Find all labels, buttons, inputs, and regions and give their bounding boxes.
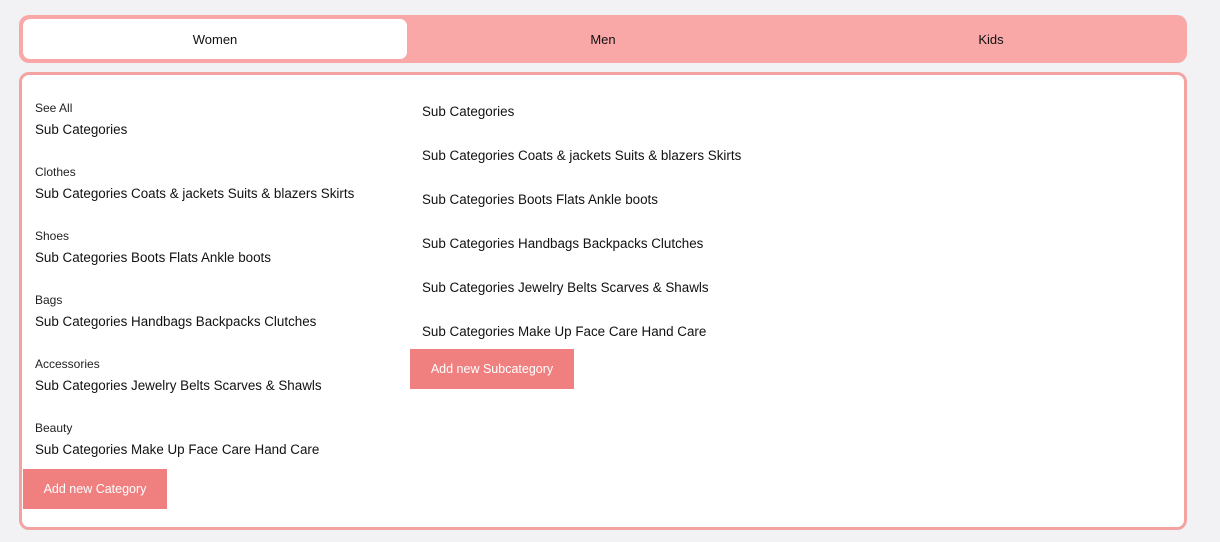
subcategory-item[interactable]: Sub Categories Handbags Backpacks Clutch…: [422, 235, 1122, 279]
category-subcategories: Sub Categories Coats & jackets Suits & b…: [35, 186, 355, 201]
add-subcategory-button[interactable]: Add new Subcategory: [410, 349, 574, 389]
subcategory-item[interactable]: Sub Categories: [422, 103, 1122, 147]
category-name: Bags: [35, 293, 63, 307]
category-subcategories: Sub Categories Make Up Face Care Hand Ca…: [35, 442, 320, 457]
category-item-bags[interactable]: Bags Sub Categories Handbags Backpacks C…: [35, 292, 405, 356]
add-category-button[interactable]: Add new Category: [23, 469, 167, 509]
category-name: Accessories: [35, 357, 100, 371]
category-item-shoes[interactable]: Shoes Sub Categories Boots Flats Ankle b…: [35, 228, 405, 292]
subcategory-item[interactable]: Sub Categories Coats & jackets Suits & b…: [422, 147, 1122, 191]
subcategory-list: Sub Categories Sub Categories Coats & ja…: [422, 103, 1122, 367]
tab-women[interactable]: Women: [23, 19, 407, 59]
category-item-see-all[interactable]: See All Sub Categories: [35, 100, 405, 164]
category-name: Clothes: [35, 165, 76, 179]
subcategory-item[interactable]: Sub Categories Jewelry Belts Scarves & S…: [422, 279, 1122, 323]
category-panel: See All Sub Categories Clothes Sub Categ…: [19, 72, 1187, 530]
category-item-accessories[interactable]: Accessories Sub Categories Jewelry Belts…: [35, 356, 405, 420]
category-subcategories: Sub Categories Jewelry Belts Scarves & S…: [35, 378, 322, 393]
category-name: Shoes: [35, 229, 70, 243]
category-subcategories: Sub Categories Handbags Backpacks Clutch…: [35, 314, 317, 329]
category-name: See All: [35, 101, 73, 115]
category-item-clothes[interactable]: Clothes Sub Categories Coats & jackets S…: [35, 164, 405, 228]
gender-tab-bar: Women Men Kids: [19, 15, 1187, 63]
category-name: Beauty: [35, 421, 73, 435]
category-subcategories: Sub Categories Boots Flats Ankle boots: [35, 250, 271, 265]
tab-kids[interactable]: Kids: [799, 19, 1183, 59]
tab-men[interactable]: Men: [411, 19, 795, 59]
category-subcategories: Sub Categories: [35, 122, 128, 137]
subcategory-item[interactable]: Sub Categories Boots Flats Ankle boots: [422, 191, 1122, 235]
category-list: See All Sub Categories Clothes Sub Categ…: [35, 100, 405, 484]
